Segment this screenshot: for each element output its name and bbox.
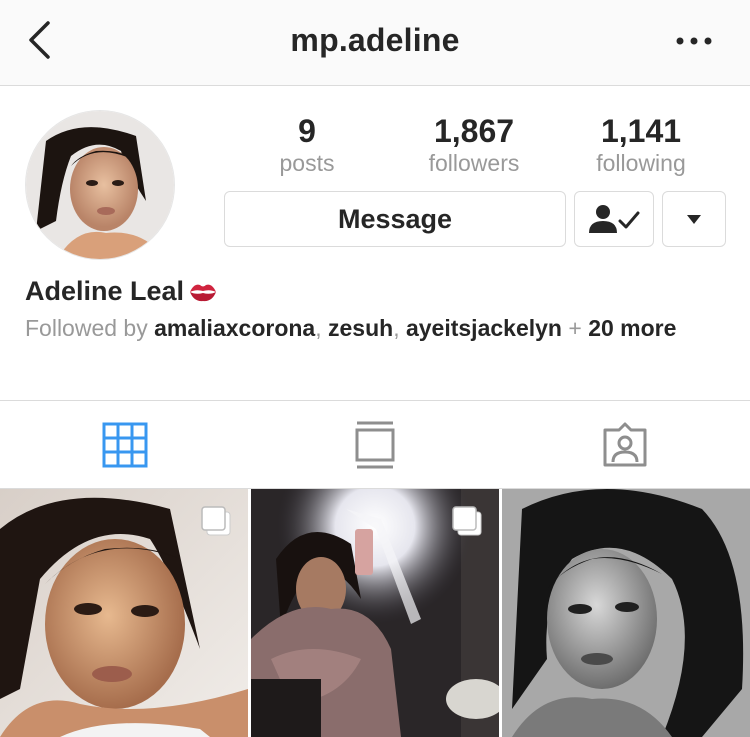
follower-link[interactable]: amaliaxcorona [154,315,315,341]
multiple-photos-icon [452,506,482,536]
more-options-button[interactable] [674,30,714,52]
avatar-photo [26,111,174,259]
profile-tabs [0,400,750,489]
follower-link[interactable]: ayeitsjackelyn [406,315,562,341]
posts-label: posts [279,150,335,176]
tab-grid[interactable] [0,401,250,489]
page-title: mp.adeline [290,22,460,58]
multiple-photos-icon [201,506,231,536]
followed-by-more-link[interactable]: 20 more [588,315,676,341]
message-button[interactable]: Message [224,191,566,247]
following-label: following [596,150,686,176]
tab-tagged[interactable] [500,401,750,489]
posts-count: 9 [298,113,316,149]
suggested-accounts-button[interactable] [662,191,726,247]
stat-posts[interactable]: 9 posts [222,112,392,176]
post-photo [502,489,750,737]
post-thumbnail[interactable] [502,489,750,737]
following-count: 1,141 [600,113,682,149]
kiss-mark-icon [190,284,217,301]
followed-by-prefix: Followed by [25,315,148,341]
followed-by-plus: + [568,315,582,341]
post-thumbnail[interactable] [251,489,499,737]
caret-down-icon [687,215,701,224]
follower-link[interactable]: zesuh [328,315,393,341]
posts-grid [0,489,750,737]
followed-by-text: Followed by amaliaxcorona, zesuh, ayeits… [25,315,677,341]
full-name-text: Adeline Leal [25,276,185,306]
post-thumbnail[interactable] [0,489,248,737]
stat-followers[interactable]: 1,867 followers [389,112,559,176]
profile-avatar[interactable] [25,110,175,260]
profile-full-name: Adeline Leal [25,276,218,307]
following-status-button[interactable] [574,191,654,247]
tab-feed[interactable] [250,401,500,489]
followers-label: followers [428,150,520,176]
person-check-icon [589,205,640,233]
followers-count: 1,867 [433,113,515,149]
tagged-icon [603,422,647,467]
top-navigation-bar: mp.adeline [0,0,750,86]
stat-following[interactable]: 1,141 following [556,112,726,176]
feed-icon [355,421,395,469]
more-dots-icon [676,37,712,45]
grid-icon [102,422,148,468]
